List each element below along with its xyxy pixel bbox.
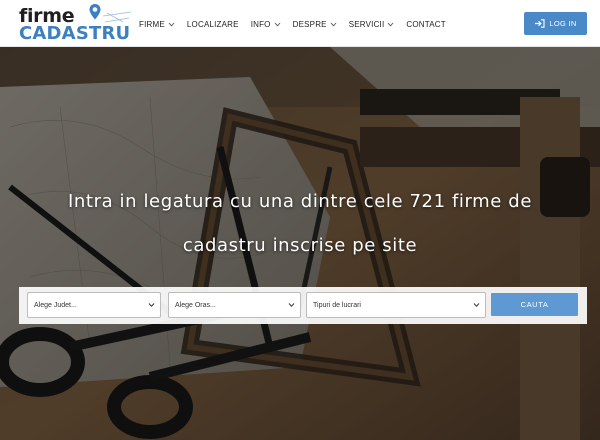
chevron-down-icon bbox=[330, 22, 337, 26]
nav-label-info: INFO bbox=[250, 19, 271, 29]
chevron-down-icon bbox=[168, 22, 175, 26]
login-button[interactable]: LOG IN bbox=[524, 12, 587, 35]
city-select[interactable]: Alege Oras... bbox=[168, 292, 301, 318]
nav-item-firme[interactable]: FIRME bbox=[139, 17, 175, 31]
sign-in-icon bbox=[535, 19, 545, 28]
logo-text-cadastru: CADASTRU bbox=[19, 23, 131, 44]
hero-headline: Intra in legatura cu una dintre cele 721… bbox=[0, 180, 600, 268]
city-select-value: Alege Oras... bbox=[175, 301, 216, 309]
nav-label-despre: DESPRE bbox=[292, 19, 327, 29]
nav-item-info[interactable]: INFO bbox=[251, 17, 281, 31]
county-select-value: Alege Judet... bbox=[34, 301, 77, 309]
chevron-down-icon bbox=[148, 303, 155, 308]
nav-item-localizare[interactable]: LOCALIZARE bbox=[187, 17, 239, 31]
nav-label-contact: CONTACT bbox=[406, 19, 446, 29]
login-label: LOG IN bbox=[549, 19, 577, 28]
hero-headline-line1: Intra in legatura cu una dintre cele 721… bbox=[68, 191, 532, 212]
hero-section: Intra in legatura cu una dintre cele 721… bbox=[0, 47, 600, 440]
nav-label-firme: FIRME bbox=[139, 19, 165, 29]
work-type-select-value: Tipuri de lucrari bbox=[313, 301, 361, 309]
site-logo[interactable]: firme CADASTRU bbox=[19, 4, 132, 44]
search-button[interactable]: CAUTA bbox=[491, 293, 578, 316]
nav-item-despre[interactable]: DESPRE bbox=[293, 17, 337, 31]
search-button-label: CAUTA bbox=[520, 300, 549, 309]
survey-lines-icon bbox=[103, 11, 132, 23]
map-pin-icon bbox=[89, 4, 101, 20]
work-type-select[interactable]: Tipuri de lucrari bbox=[306, 292, 486, 318]
county-select[interactable]: Alege Judet... bbox=[27, 292, 161, 318]
site-header: firme CADASTRU FIRME LOCALIZARE INFO DES… bbox=[0, 0, 600, 47]
chevron-down-icon bbox=[274, 22, 280, 26]
search-form: Alege Judet... Alege Oras... Tipuri de l… bbox=[19, 287, 587, 324]
chevron-down-icon bbox=[288, 303, 295, 308]
nav-item-servicii[interactable]: SERVICII bbox=[349, 17, 395, 31]
main-nav: FIRME LOCALIZARE INFO DESPRE SERVICII CO… bbox=[139, 17, 458, 31]
nav-label-localizare: LOCALIZARE bbox=[186, 19, 239, 29]
nav-item-contact[interactable]: CONTACT bbox=[406, 17, 445, 31]
hero-headline-line2: cadastru inscrise pe site bbox=[182, 235, 418, 256]
chevron-down-icon bbox=[388, 22, 394, 26]
chevron-down-icon bbox=[473, 303, 480, 308]
nav-label-servicii: SERVICII bbox=[348, 19, 385, 29]
